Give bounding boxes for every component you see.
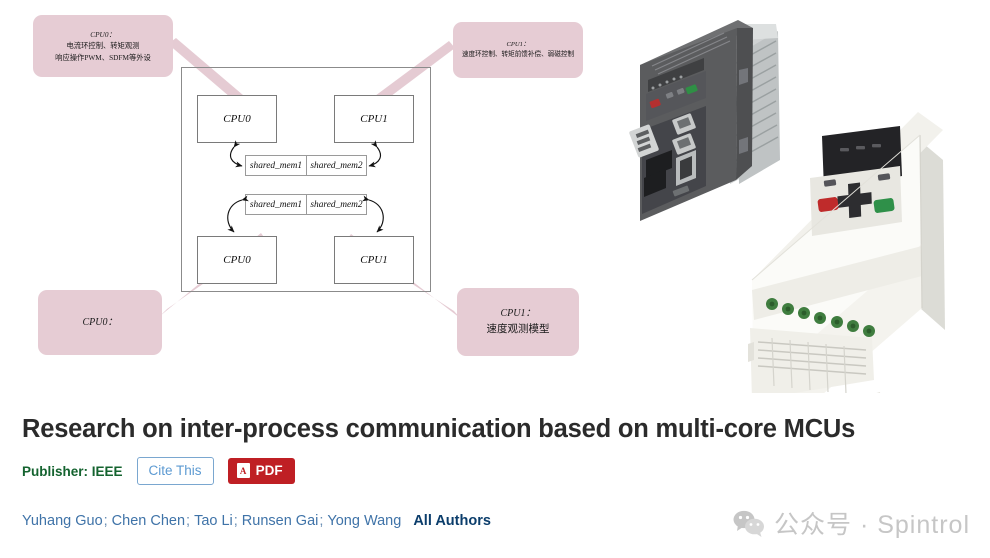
callout-tr-cpu: CPU1：	[506, 40, 530, 48]
pdf-icon: A	[236, 463, 250, 478]
shared-mem1-bottom: shared_mem1	[249, 199, 303, 210]
paper-meta-row: Publisher: IEEE Cite This A PDF	[22, 457, 295, 485]
callout-br-cpu: CPU1：	[500, 308, 536, 320]
shared-mem2-top: shared_mem2	[306, 156, 366, 175]
diagram-cpu0-bottom: CPU0	[197, 236, 277, 284]
callout-bottom-left: CPU0：	[38, 290, 162, 355]
callout-top-left: CPU0： 电流环控制、转矩观测 响应操作PWM、SDFM等外设	[33, 15, 173, 77]
author-separator-3: ;	[319, 513, 324, 529]
servo-drive-photo	[629, 20, 780, 221]
all-authors-link[interactable]: All Authors	[413, 513, 491, 529]
watermark-text: 公众号 · Spintrol	[774, 511, 970, 539]
wechat-icon	[733, 510, 765, 537]
author-link-2[interactable]: Tao Li	[194, 513, 233, 529]
author-link-0[interactable]: Yuhang Guo	[22, 513, 103, 529]
author-link-3[interactable]: Runsen Gai	[242, 513, 319, 529]
callout-tl-line3: 响应操作PWM、SDFM等外设	[55, 52, 151, 62]
diagram-cpu0-bottom-label: CPU0	[223, 254, 251, 266]
author-link-4[interactable]: Yong Wang	[327, 513, 401, 529]
author-link-1[interactable]: Chen Chen	[112, 513, 185, 529]
diagram-cpu0-top-label: CPU0	[223, 113, 251, 125]
shared-mem1-top: shared_mem1	[249, 160, 303, 171]
diagram-cpu1-top: CPU1	[334, 95, 414, 143]
callout-tl-cpu: CPU0：	[90, 30, 116, 40]
page-title: Research on inter-process communication …	[22, 415, 856, 443]
author-separator-2: ;	[233, 513, 238, 529]
diagram-cpu1-bottom-label: CPU1	[360, 254, 388, 266]
pdf-button[interactable]: A PDF	[227, 458, 295, 484]
shared-memory-row-bottom: shared_mem1 shared_mem2	[245, 194, 367, 215]
diagram-cpu0-top: CPU0	[197, 95, 277, 143]
cite-this-button[interactable]: Cite This	[136, 457, 214, 485]
watermark: 公众号 · Spintrol	[733, 505, 970, 541]
shared-mem2-bottom: shared_mem2	[306, 195, 366, 214]
author-separator-1: ;	[186, 513, 191, 529]
callout-bottom-right: CPU1： 速度观测模型	[457, 288, 579, 356]
shared-memory-row-top: shared_mem1 shared_mem2	[245, 155, 367, 176]
diagram-cpu1-bottom: CPU1	[334, 236, 414, 284]
author-separator-0: ;	[103, 513, 108, 529]
pdf-button-label: PDF	[255, 463, 283, 478]
diagram-cpu1-top-label: CPU1	[360, 113, 388, 125]
product-photos	[629, 20, 945, 393]
callout-br-line2: 速度观测模型	[486, 323, 550, 335]
callout-top-right: CPU1： 速度环控制、转矩前馈补偿、弱磁控制	[453, 22, 583, 78]
figure-area: CPU0： 电流环控制、转矩观测 响应操作PWM、SDFM等外设 CPU1： 速…	[0, 0, 990, 400]
callout-bl-cpu: CPU0：	[82, 316, 118, 328]
authors-row: Yuhang Guo ; Chen Chen ; Tao Li ; Runsen…	[22, 513, 491, 529]
publisher-label: Publisher: IEEE	[22, 463, 123, 479]
callout-tr-line2: 速度环控制、转矩前馈补偿、弱磁控制	[461, 51, 575, 58]
callout-tl-line2: 电流环控制、转矩观测	[66, 41, 140, 51]
